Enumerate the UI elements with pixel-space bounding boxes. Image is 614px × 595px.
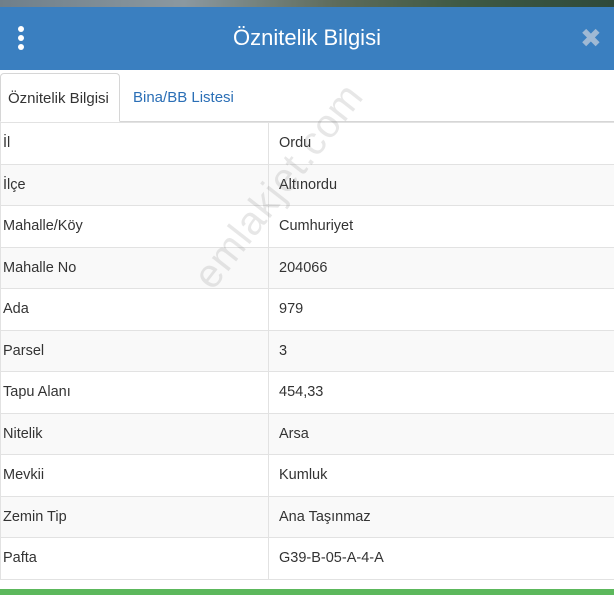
table-row: Mevkii Kumluk bbox=[0, 454, 614, 497]
attribute-key: Ada bbox=[0, 288, 269, 331]
attribute-table: İl Ordu İlçe Altınordu Mahalle/Köy Cumhu… bbox=[0, 122, 614, 580]
bottom-status-bar bbox=[0, 589, 614, 595]
close-icon[interactable]: ✖ bbox=[580, 25, 602, 51]
attribute-value: G39-B-05-A-4-A bbox=[268, 537, 614, 580]
attribute-key: Mahalle No bbox=[0, 246, 269, 289]
attribute-key: Tapu Alanı bbox=[0, 371, 269, 414]
attribute-value: 454,33 bbox=[268, 371, 614, 414]
table-row: Pafta G39-B-05-A-4-A bbox=[0, 537, 614, 580]
table-row: Zemin Tip Ana Taşınmaz bbox=[0, 495, 614, 538]
tab-oznitelik-bilgisi[interactable]: Öznitelik Bilgisi bbox=[0, 73, 120, 122]
attribute-value: Ordu bbox=[268, 122, 614, 165]
table-row: Ada 979 bbox=[0, 288, 614, 331]
table-row: Parsel 3 bbox=[0, 329, 614, 372]
attribute-key: Zemin Tip bbox=[0, 495, 269, 538]
dialog-header: Öznitelik Bilgisi ✖ bbox=[0, 7, 614, 70]
table-row: İlçe Altınordu bbox=[0, 163, 614, 206]
dialog-title: Öznitelik Bilgisi bbox=[233, 25, 381, 50]
attribute-key: İlçe bbox=[0, 163, 269, 206]
table-row: Mahalle No 204066 bbox=[0, 246, 614, 289]
attribute-value: Ana Taşınmaz bbox=[268, 495, 614, 538]
attribute-value: Arsa bbox=[268, 412, 614, 455]
table-row: Tapu Alanı 454,33 bbox=[0, 371, 614, 414]
attribute-key: Parsel bbox=[0, 329, 269, 372]
attribute-value: 3 bbox=[268, 329, 614, 372]
attribute-key: Mahalle/Köy bbox=[0, 205, 269, 248]
attribute-value: 204066 bbox=[268, 246, 614, 289]
tab-bina-bb-listesi[interactable]: Bina/BB Listesi bbox=[124, 73, 243, 122]
attribute-key: Pafta bbox=[0, 537, 269, 580]
attribute-value: 979 bbox=[268, 288, 614, 331]
attribute-key: Mevkii bbox=[0, 454, 269, 497]
attribute-value: Altınordu bbox=[268, 163, 614, 206]
table-row: Mahalle/Köy Cumhuriyet bbox=[0, 205, 614, 248]
table-row: İl Ordu bbox=[0, 122, 614, 165]
attribute-value: Kumluk bbox=[268, 454, 614, 497]
attribute-value: Cumhuriyet bbox=[268, 205, 614, 248]
table-row: Nitelik Arsa bbox=[0, 412, 614, 455]
tab-bar: Öznitelik Bilgisi Bina/BB Listesi bbox=[0, 70, 614, 122]
attribute-key: Nitelik bbox=[0, 412, 269, 455]
attribute-key: İl bbox=[0, 122, 269, 165]
